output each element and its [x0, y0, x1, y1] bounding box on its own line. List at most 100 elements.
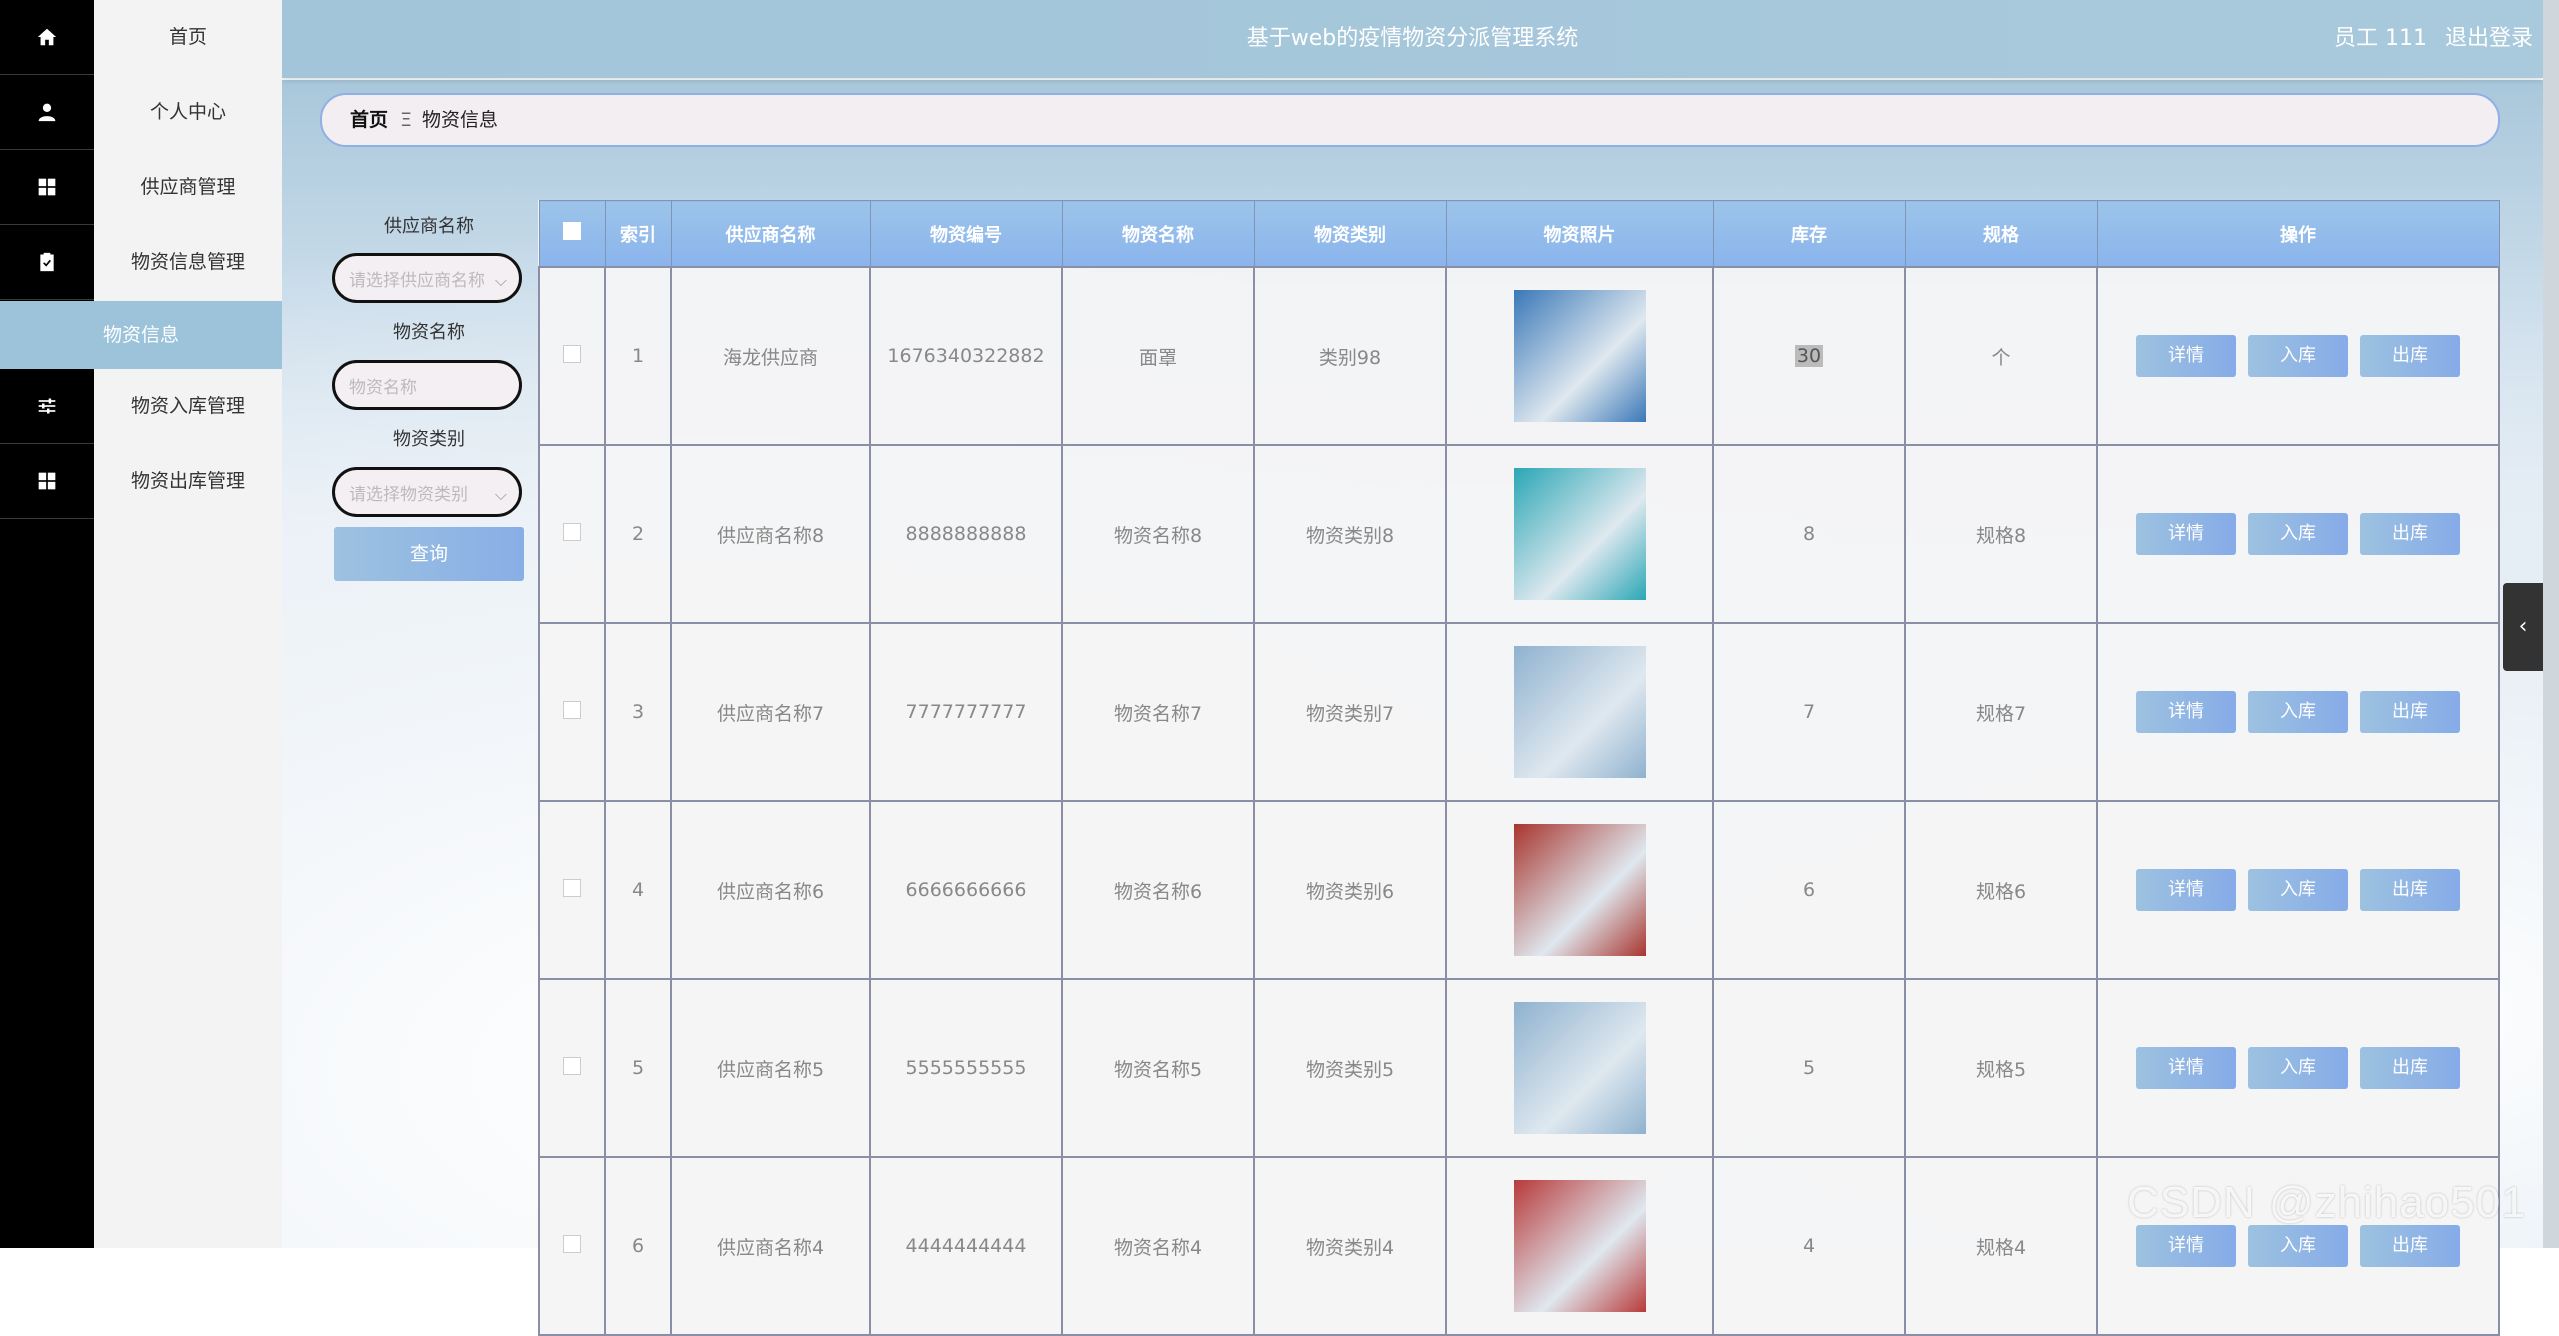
cell-spec: 规格6	[1904, 800, 2098, 980]
cell-name: 面罩	[1061, 266, 1255, 446]
row-checkbox[interactable]	[563, 700, 581, 719]
sidebar-item-profile[interactable]: 个人中心	[94, 75, 282, 149]
table-row: 2 供应商名称8 8888888888 物资名称8 物资类别8 8 规格8 详情 入库 出库	[538, 444, 2500, 624]
cell-spec: 规格7	[1904, 622, 2098, 802]
cell-index: 3	[604, 622, 672, 802]
cell-index: 6	[604, 1156, 672, 1336]
material-name-input[interactable]: 物资名称	[332, 360, 522, 410]
cell-photo	[1445, 266, 1714, 446]
logout-link[interactable]: 退出登录	[2445, 0, 2533, 78]
sidebar-item-supplier[interactable]: 供应商管理	[94, 150, 282, 224]
sidebar-item-home[interactable]: 首页	[94, 0, 282, 74]
cell-supplier: 供应商名称7	[670, 622, 871, 802]
select-all-checkbox[interactable]	[563, 222, 581, 240]
detail-button[interactable]: 详情	[2136, 1225, 2236, 1267]
user-icon[interactable]	[0, 75, 94, 150]
detail-button[interactable]: 详情	[2136, 1047, 2236, 1089]
stock-value: 8	[1802, 523, 1816, 545]
stock-value: 6	[1802, 879, 1816, 901]
stock-out-button[interactable]: 出库	[2360, 335, 2460, 377]
sliders-icon[interactable]	[0, 369, 94, 444]
query-button[interactable]: 查询	[334, 527, 524, 581]
row-checkbox[interactable]	[563, 344, 581, 363]
cell-stock: 7	[1712, 622, 1906, 802]
app-title: 基于web的疫情物资分派管理系统	[1246, 26, 1579, 51]
supplier-label: 供应商名称	[384, 216, 474, 237]
row-select-cell[interactable]	[538, 444, 606, 624]
cell-category: 类别98	[1253, 266, 1447, 446]
cell-supplier: 供应商名称4	[670, 1156, 871, 1336]
row-select-cell[interactable]	[538, 1156, 606, 1336]
row-select-cell[interactable]	[538, 266, 606, 446]
row-checkbox[interactable]	[563, 522, 581, 541]
detail-button[interactable]: 详情	[2136, 335, 2236, 377]
stock-out-button[interactable]: 出库	[2360, 513, 2460, 555]
row-checkbox[interactable]	[563, 878, 581, 897]
breadcrumb-separator: Ξ	[400, 109, 413, 131]
row-select-cell[interactable]	[538, 622, 606, 802]
cell-category: 物资类别5	[1253, 978, 1447, 1158]
category-label: 物资类别	[393, 429, 465, 450]
stock-in-button[interactable]: 入库	[2248, 1225, 2348, 1267]
breadcrumb-home[interactable]: 首页	[350, 95, 388, 145]
stock-in-button[interactable]: 入库	[2248, 513, 2348, 555]
sidebar-item-stock-in[interactable]: 物资入库管理	[94, 369, 282, 443]
material-photo	[1513, 824, 1646, 956]
stock-out-button[interactable]: 出库	[2360, 691, 2460, 733]
material-name-placeholder: 物资名称	[349, 378, 417, 398]
category-select[interactable]: 请选择物资类别 ⌵	[332, 467, 522, 517]
cell-actions: 详情 入库 出库	[2096, 978, 2500, 1158]
select-all-header[interactable]	[538, 200, 606, 268]
stock-in-button[interactable]: 入库	[2248, 1047, 2348, 1089]
stock-out-button[interactable]: 出库	[2360, 1225, 2460, 1267]
row-select-cell[interactable]	[538, 978, 606, 1158]
stock-value: 5	[1802, 1057, 1816, 1079]
home-icon[interactable]	[0, 0, 94, 75]
cell-index: 2	[604, 444, 672, 624]
header-category: 物资类别	[1253, 200, 1447, 268]
stock-value: 7	[1802, 701, 1816, 723]
stock-out-button[interactable]: 出库	[2360, 1047, 2460, 1089]
stock-out-button[interactable]: 出库	[2360, 869, 2460, 911]
chevron-left-icon[interactable]: ‹	[2503, 583, 2543, 671]
sidebar-item-material-info[interactable]: 物资信息管理	[94, 225, 282, 299]
category-placeholder: 请选择物资类别	[349, 485, 468, 505]
detail-button[interactable]: 详情	[2136, 513, 2236, 555]
material-name-label: 物资名称	[393, 322, 465, 343]
cell-spec: 个	[1904, 266, 2098, 446]
cell-code: 8888888888	[869, 444, 1063, 624]
sidebar-menu: 首页 个人中心 供应商管理 物资信息管理 物资入库管理 物资出库管理	[94, 0, 282, 1248]
row-checkbox[interactable]	[563, 1234, 581, 1253]
grid-icon[interactable]	[0, 150, 94, 225]
detail-button[interactable]: 详情	[2136, 869, 2236, 911]
row-select-cell[interactable]	[538, 800, 606, 980]
watermark: CSDN @zhihao501	[2127, 1178, 2527, 1227]
header-name: 物资名称	[1061, 200, 1255, 268]
row-checkbox[interactable]	[563, 1056, 581, 1075]
cell-actions: 详情 入库 出库	[2096, 266, 2500, 446]
cell-photo	[1445, 444, 1714, 624]
cell-supplier: 海龙供应商	[670, 266, 871, 446]
grid-icon[interactable]	[0, 444, 94, 519]
cell-stock: 6	[1712, 800, 1906, 980]
cell-category: 物资类别4	[1253, 1156, 1447, 1336]
page-scrollbar[interactable]	[2543, 0, 2559, 1248]
sidebar-subitem-material-info[interactable]: 物资信息	[0, 301, 282, 369]
material-photo	[1513, 646, 1646, 778]
header-code: 物资编号	[869, 200, 1063, 268]
cell-code: 6666666666	[869, 800, 1063, 980]
sidebar-item-stock-out[interactable]: 物资出库管理	[94, 444, 282, 518]
stock-in-button[interactable]: 入库	[2248, 691, 2348, 733]
header-index: 索引	[604, 200, 672, 268]
chevron-down-icon: ⌵	[494, 485, 507, 504]
supplier-placeholder: 请选择供应商名称	[349, 271, 485, 291]
detail-button[interactable]: 详情	[2136, 691, 2236, 733]
stock-in-button[interactable]: 入库	[2248, 335, 2348, 377]
supplier-select[interactable]: 请选择供应商名称 ⌵	[332, 253, 522, 303]
table-row: 3 供应商名称7 7777777777 物资名称7 物资类别7 7 规格7 详情 入库 出库	[538, 622, 2500, 802]
user-label: 员工 111	[2334, 26, 2427, 51]
clipboard-icon[interactable]	[0, 225, 94, 300]
table-row: 5 供应商名称5 5555555555 物资名称5 物资类别5 5 规格5 详情 入库 出库	[538, 978, 2500, 1158]
stock-in-button[interactable]: 入库	[2248, 869, 2348, 911]
material-photo	[1513, 290, 1646, 422]
